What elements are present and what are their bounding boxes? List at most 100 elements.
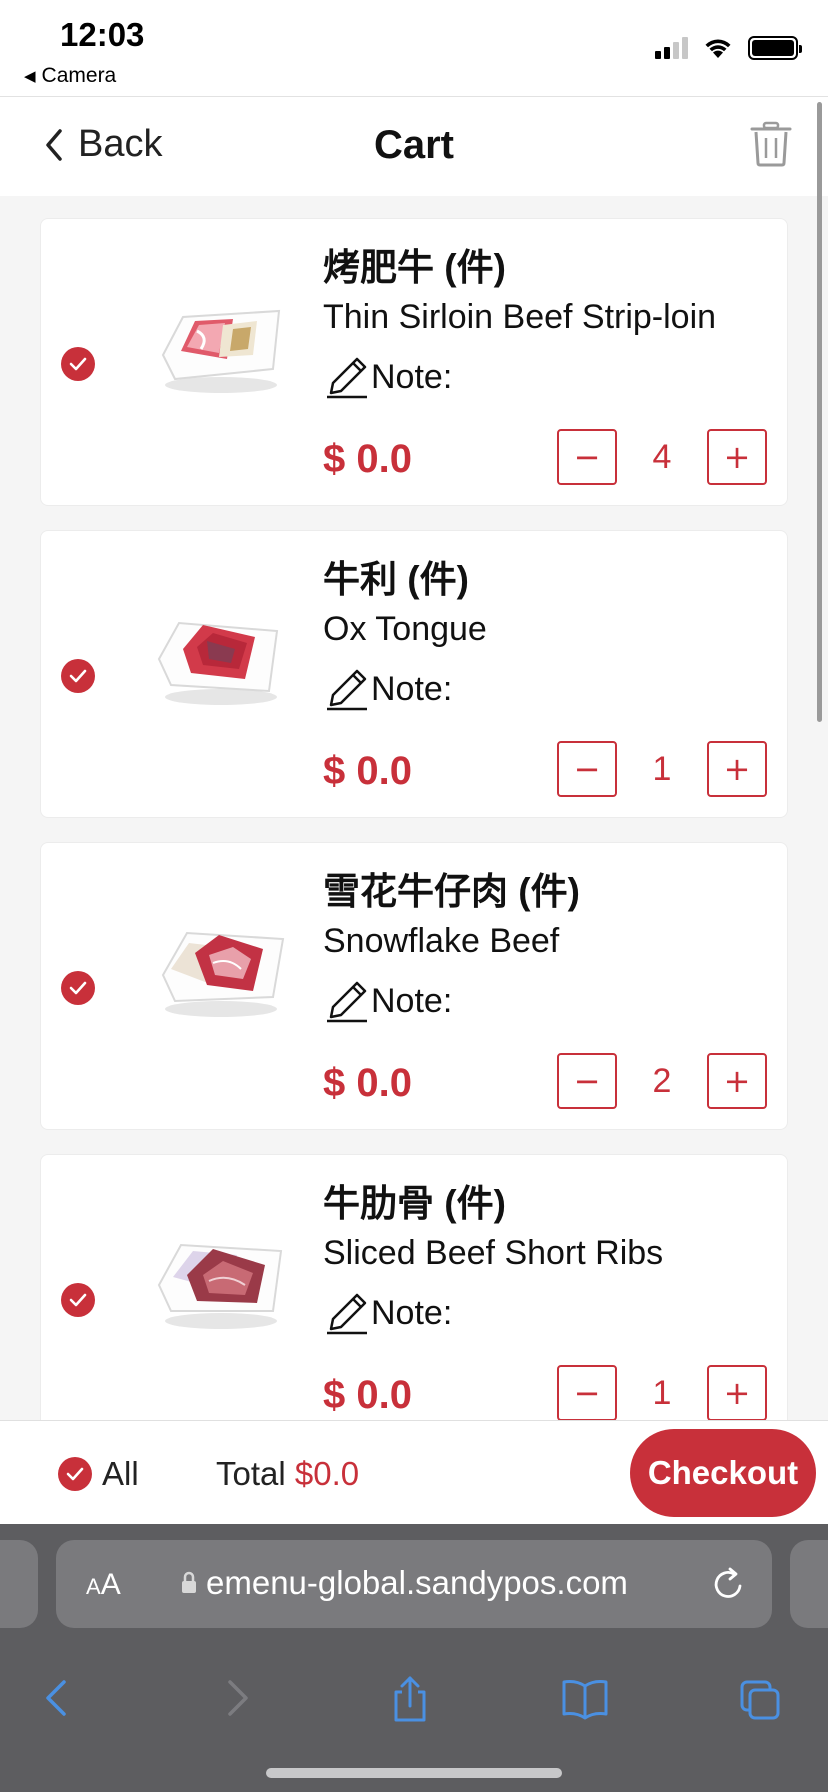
item-name-chinese: 牛利 (件): [323, 559, 469, 600]
decrease-quantity-button[interactable]: −: [557, 1053, 617, 1109]
quantity-stepper: − 1 +: [557, 741, 767, 797]
quantity-value: 1: [652, 749, 672, 788]
browser-back-icon[interactable]: [36, 1674, 80, 1722]
wifi-icon: [705, 39, 731, 58]
note-label: Note:: [371, 358, 453, 396]
product-image: [157, 1243, 283, 1329]
back-chevron-icon: [46, 128, 62, 161]
increase-quantity-button[interactable]: +: [707, 1365, 767, 1420]
increase-quantity-button[interactable]: +: [707, 429, 767, 485]
item-info: 烤肥牛 (件) Thin Sirloin Beef Strip-loin Not…: [323, 245, 767, 399]
cart-list: 烤肥牛 (件) Thin Sirloin Beef Strip-loin Not…: [0, 196, 828, 1420]
home-indicator[interactable]: [266, 1768, 562, 1778]
quantity-value: 4: [652, 437, 672, 476]
status-bar: 12:03 ◀ Camera: [0, 0, 828, 96]
item-price: $ 0.0: [323, 437, 412, 481]
checkout-button[interactable]: Checkout: [630, 1429, 816, 1517]
next-tab-preview[interactable]: [790, 1540, 828, 1628]
checkmark-icon: [66, 1467, 84, 1481]
reload-icon[interactable]: [712, 1566, 746, 1602]
item-note[interactable]: Note:: [323, 665, 767, 711]
checkmark-icon: [69, 1293, 87, 1307]
checkmark-icon: [69, 669, 87, 683]
pencil-icon: [327, 357, 367, 399]
total-summary: Total $0.0: [216, 1455, 359, 1493]
item-price: $ 0.0: [323, 1061, 412, 1105]
item-info: 牛肋骨 (件) Sliced Beef Short Ribs Note:: [323, 1181, 767, 1335]
item-select-checkbox[interactable]: [61, 659, 95, 693]
quantity-stepper: − 1 +: [557, 1365, 767, 1420]
cart-item: 雪花牛仔肉 (件) Snowflake Beef Note: $ 0.0 − 2…: [40, 842, 788, 1130]
item-note[interactable]: Note:: [323, 1289, 767, 1335]
total-amount: $0.0: [294, 1455, 360, 1492]
browser-forward-icon[interactable]: [214, 1674, 258, 1722]
note-label: Note:: [371, 982, 453, 1020]
decrease-quantity-button[interactable]: −: [557, 1365, 617, 1420]
status-icons: [655, 36, 802, 60]
lock-icon: [182, 1571, 196, 1593]
decrease-quantity-button[interactable]: −: [557, 429, 617, 485]
item-name-english: Sliced Beef Short Ribs: [323, 1234, 664, 1272]
note-label: Note:: [371, 670, 453, 708]
address-bar[interactable]: AA emenu-global.sandypos.com: [56, 1540, 772, 1628]
item-price: $ 0.0: [323, 749, 412, 793]
text-size-small: A: [86, 1574, 101, 1599]
quantity-stepper: − 4 +: [557, 429, 767, 485]
item-info: 雪花牛仔肉 (件) Snowflake Beef Note:: [323, 869, 767, 1023]
nav-bar: Back Cart: [0, 96, 828, 196]
item-select-checkbox[interactable]: [61, 1283, 95, 1317]
item-price: $ 0.0: [323, 1373, 412, 1417]
item-name-chinese: 雪花牛仔肉 (件): [323, 871, 580, 912]
item-select-checkbox[interactable]: [61, 971, 95, 1005]
back-app-label: Camera: [41, 64, 117, 87]
pencil-icon: [327, 1293, 367, 1335]
item-name-english: Snowflake Beef: [323, 922, 560, 960]
quantity-value: 2: [652, 1061, 672, 1100]
select-all-label[interactable]: All: [102, 1455, 139, 1493]
share-icon[interactable]: [388, 1674, 432, 1722]
url-text: emenu-global.sandypos.com: [206, 1564, 628, 1601]
cart-item: 牛利 (件) Ox Tongue Note: $ 0.0 − 1 +: [40, 530, 788, 818]
cart-item: 牛肋骨 (件) Sliced Beef Short Ribs Note: $ 0…: [40, 1154, 788, 1420]
browser-chrome: AA emenu-global.sandypos.com: [0, 1524, 828, 1792]
back-triangle-icon: ◀: [24, 68, 36, 85]
quantity-stepper: − 2 +: [557, 1053, 767, 1109]
back-label: Back: [78, 123, 163, 165]
cellular-signal-icon: [655, 37, 688, 59]
pencil-icon: [327, 669, 367, 711]
url-display[interactable]: emenu-global.sandypos.com: [180, 1564, 628, 1602]
back-to-app-link[interactable]: ◀ Camera: [24, 64, 116, 88]
item-info: 牛利 (件) Ox Tongue Note:: [323, 557, 767, 711]
product-image: [161, 931, 285, 1017]
checkout-bar: All Total $0.0 Checkout: [0, 1420, 828, 1524]
increase-quantity-button[interactable]: +: [707, 1053, 767, 1109]
text-size-big: A: [100, 1568, 121, 1601]
checkmark-icon: [69, 981, 87, 995]
text-size-button[interactable]: AA: [86, 1568, 121, 1602]
back-button[interactable]: Back: [44, 123, 162, 166]
quantity-value: 1: [652, 1373, 672, 1412]
item-name-english: Ox Tongue: [323, 610, 487, 648]
pencil-icon: [327, 981, 367, 1023]
note-label: Note:: [371, 1294, 453, 1332]
bookmarks-icon[interactable]: [560, 1674, 610, 1722]
battery-icon: [748, 36, 802, 60]
item-name-chinese: 烤肥牛 (件): [323, 247, 506, 288]
item-note[interactable]: Note:: [323, 353, 767, 399]
decrease-quantity-button[interactable]: −: [557, 741, 617, 797]
tabs-icon[interactable]: [738, 1674, 782, 1722]
item-name-chinese: 牛肋骨 (件): [323, 1183, 506, 1224]
item-note[interactable]: Note:: [323, 977, 767, 1023]
increase-quantity-button[interactable]: +: [707, 741, 767, 797]
trash-icon[interactable]: [750, 121, 792, 167]
status-time: 12:03: [60, 16, 145, 53]
checkmark-icon: [69, 357, 87, 371]
browser-toolbar: [0, 1654, 828, 1744]
total-label: Total: [216, 1455, 286, 1492]
cart-item: 烤肥牛 (件) Thin Sirloin Beef Strip-loin Not…: [40, 218, 788, 506]
previous-tab-preview[interactable]: [0, 1540, 38, 1628]
select-all-checkbox[interactable]: [58, 1457, 92, 1491]
item-select-checkbox[interactable]: [61, 347, 95, 381]
product-image: [157, 621, 279, 705]
item-name-english: Thin Sirloin Beef Strip-loin: [323, 298, 717, 336]
